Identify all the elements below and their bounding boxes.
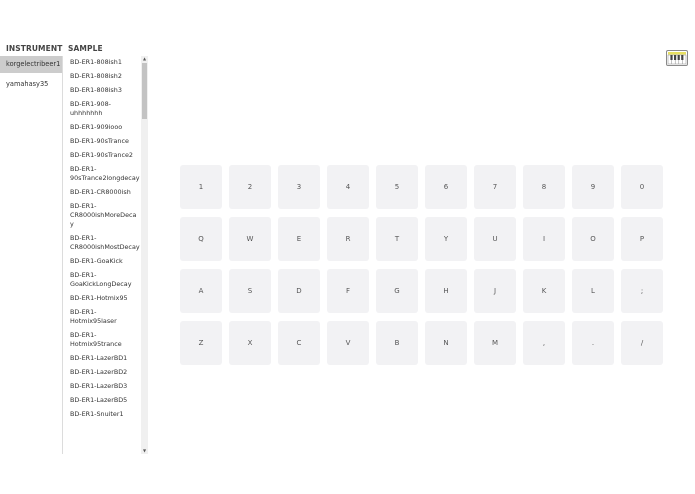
key-button[interactable]: W: [229, 217, 271, 261]
key-button[interactable]: 5: [376, 165, 418, 209]
sample-item[interactable]: BD-ER1-LazerBD2: [70, 366, 140, 380]
sample-item[interactable]: BD-ER1-908-uhhhhhhh: [70, 98, 140, 121]
sample-item[interactable]: BD-ER1-CR8000ishMostDecay: [70, 232, 140, 255]
key-button[interactable]: L: [572, 269, 614, 313]
key-button[interactable]: Y: [425, 217, 467, 261]
sample-item[interactable]: BD-ER1-LazerBD3: [70, 380, 140, 394]
key-button[interactable]: 4: [327, 165, 369, 209]
key-button[interactable]: 9: [572, 165, 614, 209]
key-row: Z X C V B N M,. /: [180, 321, 663, 365]
key-button[interactable]: R: [327, 217, 369, 261]
sample-item[interactable]: BD-ER1-Hotmix95trance: [70, 329, 140, 352]
key-button[interactable]: I: [523, 217, 565, 261]
sample-item[interactable]: BD-ER1-LazerBD1: [70, 352, 140, 366]
sample-item[interactable]: BD-ER1-90sTrance2longdecay: [70, 163, 140, 186]
scroll-down-arrow[interactable]: ▼: [141, 448, 148, 454]
sample-item[interactable]: BD-ER1-CR8000ish: [70, 186, 140, 200]
key-button[interactable]: 1: [180, 165, 222, 209]
sample-item[interactable]: BD-ER1-909iooo: [70, 121, 140, 135]
key-row: 1234567890: [180, 165, 663, 209]
key-button[interactable]: K: [523, 269, 565, 313]
instrument-header: INSTRUMENT: [6, 44, 63, 53]
sample-item[interactable]: BD-ER1-Hotmix95: [70, 292, 140, 306]
key-button[interactable]: 2: [229, 165, 271, 209]
instrument-item[interactable]: yamahasy35: [0, 76, 62, 93]
sample-item[interactable]: BD-ER1-Hotmix95laser: [70, 306, 140, 329]
key-button[interactable]: O: [572, 217, 614, 261]
key-button[interactable]: C: [278, 321, 320, 365]
sample-item[interactable]: BD-ER1-Snuiter1: [70, 408, 140, 422]
sample-item[interactable]: BD-ER1-90sTrance: [70, 135, 140, 149]
key-button[interactable]: ;: [621, 269, 663, 313]
key-button[interactable]: J: [474, 269, 516, 313]
key-button[interactable]: ,: [523, 321, 565, 365]
key-button[interactable]: N: [425, 321, 467, 365]
sample-item[interactable]: BD-ER1-LazerBD5: [70, 394, 140, 408]
sample-list[interactable]: BD-ER1-808ish1 BD-ER1-808ish2 BD-ER1-808is…: [62, 56, 149, 454]
key-button[interactable]: 3: [278, 165, 320, 209]
key-button[interactable]: .: [572, 321, 614, 365]
key-row: A S D F G H J K L;: [180, 269, 663, 313]
key-button[interactable]: B: [376, 321, 418, 365]
piano-icon[interactable]: [666, 50, 688, 66]
key-button[interactable]: P: [621, 217, 663, 261]
keyboard-grid: 1 2 3 4 5 6 7 8 9 0 Q W E R T Y U I O P A S D F G H J K L; Z X C V B N M,. /: [180, 165, 663, 373]
key-button[interactable]: Q: [180, 217, 222, 261]
sample-item[interactable]: BD-ER1-808ish2: [70, 70, 140, 84]
key-button[interactable]: H: [425, 269, 467, 313]
key-button[interactable]: /: [621, 321, 663, 365]
key-button[interactable]: Z: [180, 321, 222, 365]
sample-item[interactable]: BD-ER1-90sTrance2: [70, 149, 140, 163]
instrument-item[interactable]: korgelectribeer1: [0, 56, 62, 73]
key-button[interactable]: T: [376, 217, 418, 261]
sample-item[interactable]: BD-ER1-GoaKickLongDecay: [70, 269, 140, 292]
key-button[interactable]: D: [278, 269, 320, 313]
key-button[interactable]: 6: [425, 165, 467, 209]
key-button[interactable]: 8: [523, 165, 565, 209]
key-button[interactable]: X: [229, 321, 271, 365]
key-button[interactable]: S: [229, 269, 271, 313]
key-button[interactable]: U: [474, 217, 516, 261]
sample-item[interactable]: BD-ER1-808ish3: [70, 84, 140, 98]
sample-item[interactable]: BD-ER1-CR8000ishMoreDecay: [70, 200, 140, 232]
key-button[interactable]: V: [327, 321, 369, 365]
sample-item[interactable]: BD-ER1-GoaKick: [70, 255, 140, 269]
scroll-thumb[interactable]: [142, 63, 147, 119]
instrument-list: korgelectribeer1 yamahasy35: [0, 56, 62, 96]
key-row: QWERTYUIOP: [180, 217, 663, 261]
sample-header: SAMPLE: [68, 44, 103, 53]
key-button[interactable]: M: [474, 321, 516, 365]
sample-scrollbar[interactable]: ▲ ▼: [141, 56, 148, 454]
key-button[interactable]: F: [327, 269, 369, 313]
key-button[interactable]: A: [180, 269, 222, 313]
key-button[interactable]: G: [376, 269, 418, 313]
key-button[interactable]: E: [278, 217, 320, 261]
scroll-up-arrow[interactable]: ▲: [141, 56, 148, 62]
sample-item[interactable]: BD-ER1-808ish1: [70, 56, 140, 70]
key-button[interactable]: 7: [474, 165, 516, 209]
key-button[interactable]: 0: [621, 165, 663, 209]
